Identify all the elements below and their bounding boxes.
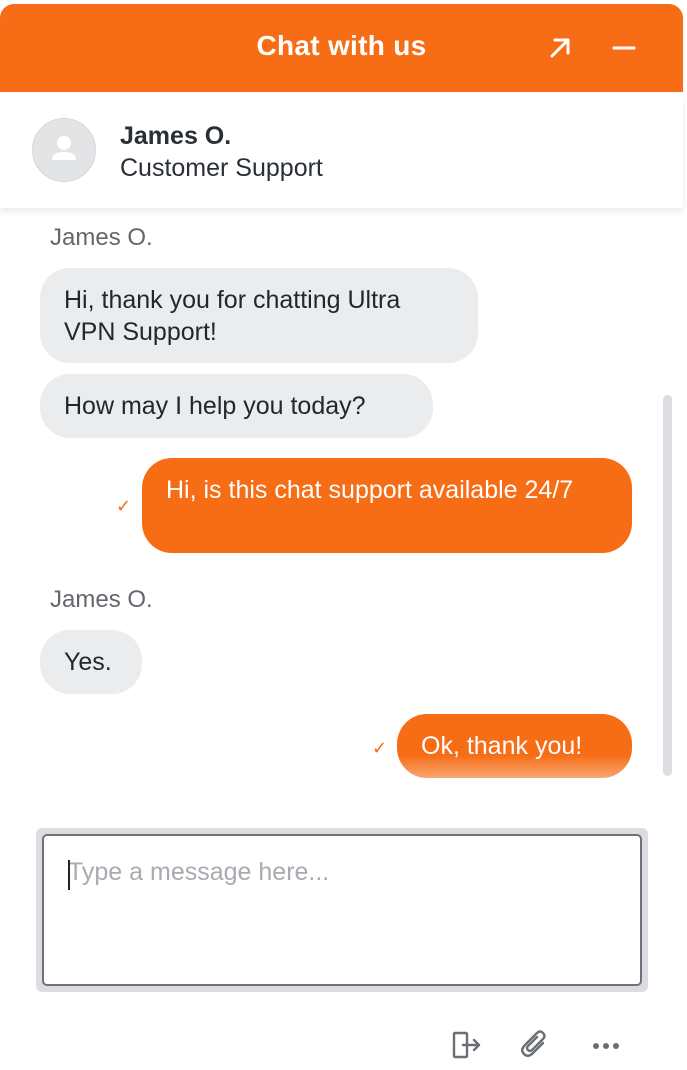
sender-label: James O. xyxy=(50,586,153,613)
paperclip-icon xyxy=(521,1030,546,1057)
more-options-button[interactable] xyxy=(589,1028,623,1062)
agent-name: James O. xyxy=(120,122,232,150)
message-input[interactable]: Type a message here... xyxy=(42,834,642,986)
end-chat-button[interactable] xyxy=(449,1028,483,1062)
message-list[interactable]: James O. Hi, thank you for chatting Ultr… xyxy=(0,208,683,808)
arrow-up-right-icon xyxy=(550,38,570,58)
composer: Type a message here... xyxy=(36,828,648,992)
minimize-button[interactable] xyxy=(604,26,644,70)
expand-button[interactable] xyxy=(540,26,580,70)
sender-label: James O. xyxy=(50,224,153,251)
chat-widget: Chat with us James O. Customer Support J… xyxy=(0,0,687,1070)
outgoing-message: Hi, is this chat support available 24/7 xyxy=(142,458,632,553)
agent-info-bar: James O. Customer Support xyxy=(0,92,683,208)
outgoing-message: Ok, thank you! xyxy=(397,714,632,778)
chat-header: Chat with us xyxy=(0,4,683,92)
agent-role: Customer Support xyxy=(120,154,323,182)
minus-icon xyxy=(612,46,636,50)
scrollbar[interactable] xyxy=(663,395,672,776)
incoming-message: Hi, thank you for chatting Ultra VPN Sup… xyxy=(40,268,478,363)
incoming-message: How may I help you today? xyxy=(40,374,433,438)
incoming-message: Yes. xyxy=(40,630,142,694)
chat-title: Chat with us xyxy=(256,30,427,61)
text-caret xyxy=(68,860,70,890)
more-options-icon xyxy=(593,1043,619,1049)
message-input-placeholder: Type a message here... xyxy=(68,858,330,886)
user-silhouette-icon xyxy=(52,136,76,160)
attach-file-button[interactable] xyxy=(518,1028,552,1062)
exit-icon xyxy=(452,1031,481,1059)
checkmark-icon: ✓ xyxy=(116,496,132,516)
avatar xyxy=(32,118,96,182)
checkmark-icon: ✓ xyxy=(372,738,388,758)
